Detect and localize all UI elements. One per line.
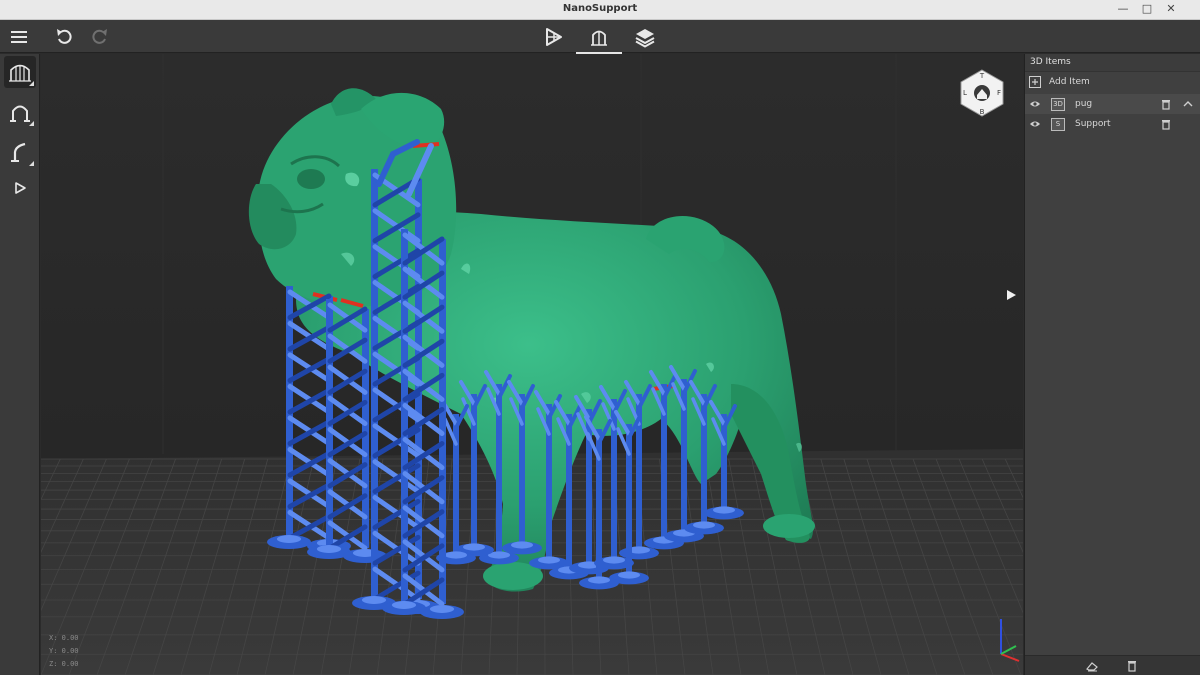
- add-item-button[interactable]: Add Item: [1025, 72, 1200, 92]
- view-cube-icon[interactable]: T L F B: [957, 68, 1007, 118]
- list-item-pug[interactable]: 3D pug: [1025, 94, 1200, 114]
- add-item-label: Add Item: [1049, 77, 1090, 87]
- chevron-up-icon[interactable]: [1183, 100, 1193, 108]
- window-title: NanoSupport: [562, 3, 638, 14]
- orient-tab[interactable]: [541, 25, 567, 49]
- item-label: Support: [1075, 119, 1111, 129]
- item-label: pug: [1075, 99, 1093, 109]
- play-icon: [15, 182, 26, 194]
- minimize-icon[interactable]: —: [1116, 2, 1130, 16]
- top-toolbar: [0, 20, 1200, 54]
- 3d-viewport[interactable]: T L F B X: 0.00 Y: 0.00 Z: 0.00: [41, 54, 1023, 675]
- redo-icon: [92, 29, 107, 44]
- undo-icon: [57, 29, 72, 44]
- panel-bottom-bar: [1025, 655, 1200, 675]
- play-button[interactable]: [4, 172, 36, 204]
- undo-button[interactable]: [52, 25, 78, 49]
- eraser-icon[interactable]: [1085, 660, 1099, 672]
- items-panel: 3D Items Add Item 3D pug S Support: [1024, 54, 1200, 675]
- eye-icon[interactable]: [1029, 99, 1041, 109]
- item-badge: S: [1051, 117, 1065, 131]
- layers-icon: [635, 29, 655, 48]
- menu-button[interactable]: [6, 25, 32, 49]
- title-bar: NanoSupport — □ ✕: [0, 0, 1200, 20]
- slice-tab[interactable]: [632, 25, 658, 49]
- close-icon[interactable]: ✕: [1164, 2, 1178, 16]
- support-icon: [591, 30, 607, 46]
- coord-z: Z: 0.00: [49, 660, 79, 668]
- auto-support-button[interactable]: [4, 56, 36, 88]
- expand-panel-icon[interactable]: [1005, 289, 1017, 301]
- hamburger-icon: [11, 31, 27, 43]
- svg-text:L: L: [963, 89, 967, 97]
- trash-all-icon[interactable]: [1127, 660, 1137, 672]
- svg-text:F: F: [997, 89, 1001, 97]
- redo-button[interactable]: [86, 25, 112, 49]
- orient-icon: [546, 28, 562, 46]
- eye-icon[interactable]: [1029, 119, 1041, 129]
- bracket-support-button[interactable]: [4, 136, 36, 168]
- viewport-scene: [41, 54, 1023, 675]
- svg-text:B: B: [980, 108, 985, 116]
- manual-support-button[interactable]: [4, 96, 36, 128]
- svg-text:T: T: [979, 72, 985, 80]
- left-toolbar: [0, 54, 40, 675]
- item-badge: 3D: [1051, 97, 1065, 111]
- add-icon: [1029, 76, 1041, 88]
- maximize-icon[interactable]: □: [1140, 2, 1154, 16]
- panel-header: 3D Items: [1025, 54, 1200, 72]
- trash-icon[interactable]: [1161, 119, 1171, 130]
- coord-x: X: 0.00: [49, 634, 79, 642]
- coord-y: Y: 0.00: [49, 647, 79, 655]
- trash-icon[interactable]: [1161, 99, 1171, 110]
- support-tab[interactable]: [576, 25, 622, 54]
- list-item-support[interactable]: S Support: [1025, 114, 1200, 134]
